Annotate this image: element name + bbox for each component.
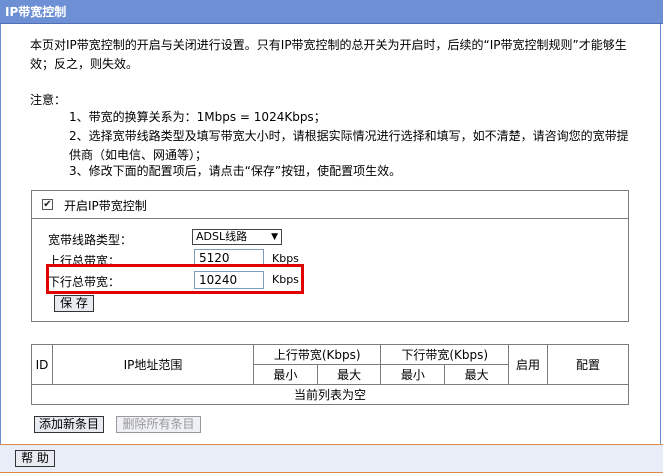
help-button[interactable]: 帮 助 xyxy=(15,450,55,467)
line-type-value: ADSL线路 xyxy=(196,230,248,243)
line-type-label: 宽带线路类型： xyxy=(48,233,133,247)
dropdown-arrow-icon: ▼ xyxy=(271,232,278,242)
save-button[interactable]: 保 存 xyxy=(54,295,94,312)
download-unit: Kbps xyxy=(272,273,299,286)
col-id-header: ID xyxy=(31,344,53,385)
col-upload-max-header: 最大 xyxy=(316,364,382,385)
delete-all-button[interactable]: 删除所有条目 xyxy=(116,416,201,433)
note-item: 1、带宽的换算关系为：1Mbps = 1024Kbps； xyxy=(69,110,326,124)
empty-list-message: 当前列表为空 xyxy=(31,384,629,405)
col-config-header: 配置 xyxy=(547,344,629,385)
download-bandwidth-input[interactable]: 10240 xyxy=(194,271,264,289)
col-download-header: 下行带宽(Kbps) xyxy=(380,344,509,365)
col-upload-min-header: 最小 xyxy=(253,364,318,385)
col-download-max-header: 最大 xyxy=(444,364,509,385)
bandwidth-settings-panel: ✔ 开启IP带宽控制 宽带线路类型： ADSL线路 ▼ 上行总带宽： 5120 … xyxy=(31,190,629,322)
col-ip-header: IP地址范围 xyxy=(52,344,254,385)
line-type-select[interactable]: ADSL线路 ▼ xyxy=(192,229,282,245)
page-description: 本页对IP带宽控制的开启与关闭进行设置。只有IP带宽控制的总开关为开启时，后续的… xyxy=(30,38,627,71)
enable-checkbox[interactable]: ✔ xyxy=(42,199,53,210)
col-download-min-header: 最小 xyxy=(380,364,446,385)
col-enable-header: 启用 xyxy=(508,344,548,385)
window-title: IP带宽控制 xyxy=(0,0,663,24)
add-entry-button[interactable]: 添加新条目 xyxy=(34,416,104,433)
panel-divider xyxy=(32,218,628,219)
rules-table: ID IP地址范围 上行带宽(Kbps) 下行带宽(Kbps) 启用 配置 最小… xyxy=(31,344,629,405)
note-item: 3、修改下面的配置项后，请点击“保存”按钮，使配置项生效。 xyxy=(69,164,402,178)
notes-title: 注意： xyxy=(30,93,67,107)
bottom-bar: 帮 助 xyxy=(0,444,663,473)
note-item: 2、选择宽带线路类型及填写带宽大小时，请根据实际情况进行选择和填写，如不清楚，请… xyxy=(69,129,629,162)
col-upload-header: 上行带宽(Kbps) xyxy=(252,344,382,365)
download-label: 下行总带宽： xyxy=(48,275,121,289)
enable-label: 开启IP带宽控制 xyxy=(64,199,147,213)
